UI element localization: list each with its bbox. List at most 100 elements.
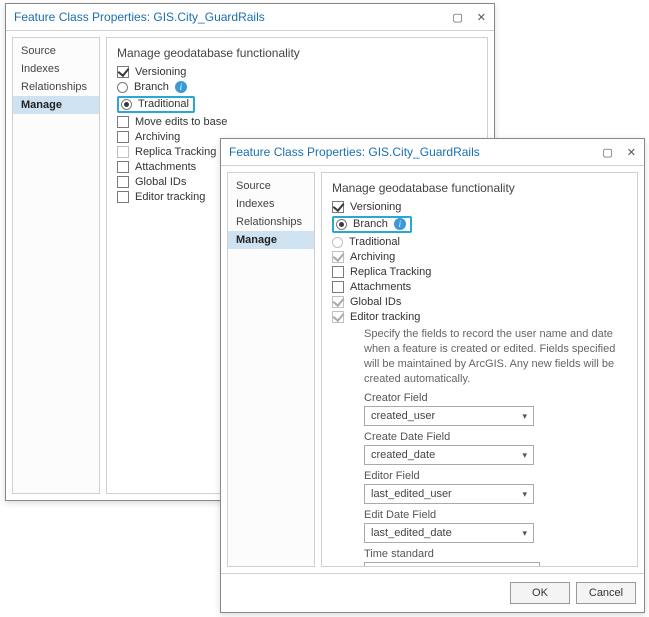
maximize-icon[interactable]: ▢ xyxy=(452,11,462,24)
window-branch: Feature Class Properties: GIS.City_Guard… xyxy=(220,138,645,613)
checkbox-icon xyxy=(332,251,344,263)
branch-label: Branch xyxy=(353,218,388,230)
radio-icon[interactable] xyxy=(121,99,132,110)
attachments-label: Attachments xyxy=(135,161,196,173)
titlebar: Feature Class Properties: GIS.City_Guard… xyxy=(221,139,644,166)
radio-icon xyxy=(332,237,343,248)
archiving-label: Archiving xyxy=(350,251,395,263)
info-icon[interactable]: i xyxy=(394,218,406,230)
close-icon[interactable]: ✕ xyxy=(627,146,636,159)
close-icon[interactable]: ✕ xyxy=(477,11,486,24)
nav-panel: Source Indexes Relationships Manage xyxy=(12,37,100,494)
editortracking-label: Editor tracking xyxy=(135,191,205,203)
traditional-label: Traditional xyxy=(138,98,189,110)
checkbox-icon[interactable] xyxy=(117,176,129,188)
timestd-field-select[interactable]: UTC (recommended) ⌄ xyxy=(364,562,540,567)
nav-indexes[interactable]: Indexes xyxy=(13,60,99,78)
nav-relationships[interactable]: Relationships xyxy=(13,78,99,96)
select-value: created_user xyxy=(371,410,435,422)
checkbox-icon xyxy=(332,296,344,308)
createdate-field-group: Create Date Field created_date ▾ xyxy=(364,431,627,465)
editdate-field-group: Edit Date Field last_edited_date ▾ xyxy=(364,509,627,543)
nav-indexes[interactable]: Indexes xyxy=(228,195,314,213)
creator-field-select[interactable]: created_user ▾ xyxy=(364,406,534,426)
chevron-down-icon: ▾ xyxy=(522,528,527,539)
chevron-down-icon: ▾ xyxy=(522,450,527,461)
versioning-label: Versioning xyxy=(135,66,186,78)
editdate-field-select[interactable]: last_edited_date ▾ xyxy=(364,523,534,543)
move-edits-label: Move edits to base xyxy=(135,116,227,128)
versioning-row[interactable]: Versioning xyxy=(332,201,627,213)
content-heading: Manage geodatabase functionality xyxy=(332,181,627,195)
nav-relationships[interactable]: Relationships xyxy=(228,213,314,231)
traditional-label: Traditional xyxy=(349,236,400,248)
nav-source[interactable]: Source xyxy=(13,42,99,60)
cancel-button[interactable]: Cancel xyxy=(576,582,636,604)
archiving-row: Archiving xyxy=(332,251,627,263)
versioning-label: Versioning xyxy=(350,201,401,213)
checkbox-icon xyxy=(332,311,344,323)
attachments-row[interactable]: Attachments xyxy=(332,281,627,293)
window-title: Feature Class Properties: GIS.City_Guard… xyxy=(229,145,480,159)
createdate-field-label: Create Date Field xyxy=(364,431,627,443)
radio-icon[interactable] xyxy=(117,82,128,93)
checkbox-icon[interactable] xyxy=(117,191,129,203)
checkbox-icon[interactable] xyxy=(117,161,129,173)
editortracking-desc: Specify the fields to record the user na… xyxy=(364,327,627,386)
checkbox-icon[interactable] xyxy=(332,201,344,213)
globalids-label: Global IDs xyxy=(350,296,401,308)
content-heading: Manage geodatabase functionality xyxy=(117,46,477,60)
timestd-field-group: Time standard UTC (recommended) ⌄ xyxy=(364,548,627,567)
chevron-down-icon: ▾ xyxy=(522,411,527,422)
globalids-row: Global IDs xyxy=(332,296,627,308)
globalids-label: Global IDs xyxy=(135,176,186,188)
editortracking-row: Editor tracking xyxy=(332,311,627,323)
nav-panel: Source Indexes Relationships Manage xyxy=(227,172,315,567)
chevron-down-icon: ▾ xyxy=(522,489,527,500)
checkbox-icon[interactable] xyxy=(117,131,129,143)
manage-content: Manage geodatabase functionality Version… xyxy=(321,172,638,567)
checkbox-icon[interactable] xyxy=(332,266,344,278)
dialog-buttons: OK Cancel xyxy=(221,573,644,612)
branch-highlight: Branch i xyxy=(332,216,412,233)
select-value: last_edited_user xyxy=(371,488,452,500)
versioning-row[interactable]: Versioning xyxy=(117,66,477,78)
maximize-icon[interactable]: ▢ xyxy=(602,146,612,159)
creator-field-label: Creator Field xyxy=(364,392,627,404)
nav-manage[interactable]: Manage xyxy=(13,96,99,114)
radio-icon[interactable] xyxy=(336,219,347,230)
checkbox-icon[interactable] xyxy=(117,66,129,78)
editor-field-select[interactable]: last_edited_user ▾ xyxy=(364,484,534,504)
creator-field-group: Creator Field created_user ▾ xyxy=(364,392,627,426)
replica-label: Replica Tracking xyxy=(350,266,431,278)
replica-row[interactable]: Replica Tracking xyxy=(332,266,627,278)
window-controls: ▢ ✕ xyxy=(452,11,486,24)
replica-label: Replica Tracking xyxy=(135,146,216,158)
nav-manage[interactable]: Manage xyxy=(228,231,314,249)
traditional-highlight: Traditional xyxy=(117,96,195,113)
editortracking-label: Editor tracking xyxy=(350,311,420,323)
editdate-field-label: Edit Date Field xyxy=(364,509,627,521)
checkbox-icon[interactable] xyxy=(117,116,129,128)
checkbox-icon xyxy=(117,146,129,158)
window-title: Feature Class Properties: GIS.City_Guard… xyxy=(14,10,265,24)
window-controls: ▢ ✕ xyxy=(602,146,636,159)
traditional-row[interactable]: Traditional xyxy=(117,96,477,113)
branch-row[interactable]: Branch i xyxy=(117,81,477,93)
info-icon[interactable]: i xyxy=(175,81,187,93)
editor-field-label: Editor Field xyxy=(364,470,627,482)
select-value: UTC (recommended) xyxy=(371,566,474,567)
nav-source[interactable]: Source xyxy=(228,177,314,195)
branch-label: Branch xyxy=(134,81,169,93)
archiving-label: Archiving xyxy=(135,131,180,143)
attachments-label: Attachments xyxy=(350,281,411,293)
createdate-field-select[interactable]: created_date ▾ xyxy=(364,445,534,465)
editor-field-group: Editor Field last_edited_user ▾ xyxy=(364,470,627,504)
select-value: created_date xyxy=(371,449,435,461)
branch-row[interactable]: Branch i xyxy=(332,216,627,233)
checkbox-icon[interactable] xyxy=(332,281,344,293)
titlebar: Feature Class Properties: GIS.City_Guard… xyxy=(6,4,494,31)
ok-button[interactable]: OK xyxy=(510,582,570,604)
move-edits-row[interactable]: Move edits to base xyxy=(117,116,477,128)
select-value: last_edited_date xyxy=(371,527,452,539)
